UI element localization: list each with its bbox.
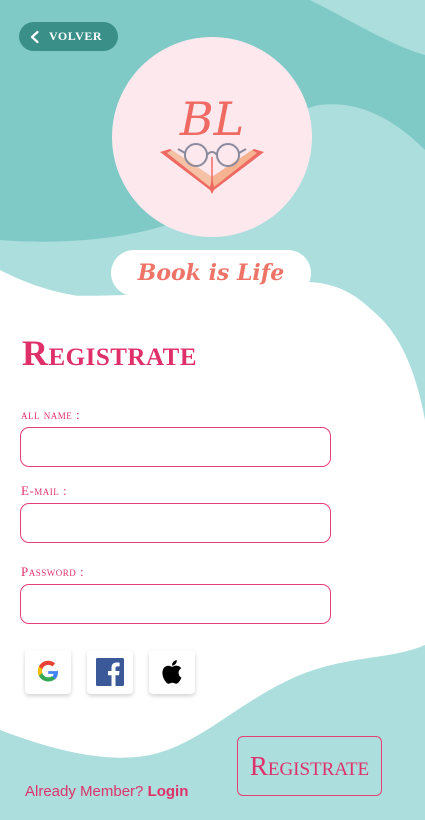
full-name-input[interactable]	[20, 427, 331, 467]
open-book-icon	[160, 149, 264, 194]
email-input[interactable]	[20, 503, 331, 543]
apple-signin-button[interactable]	[149, 650, 195, 694]
register-button[interactable]: Registrate	[237, 736, 382, 796]
apple-icon	[162, 660, 182, 684]
page-title: Registrate	[22, 333, 198, 373]
brand-pill: Book is Life	[111, 250, 311, 296]
logo-initials: BL	[179, 92, 244, 146]
app-logo: BL	[112, 37, 312, 237]
google-signin-button[interactable]	[25, 650, 71, 694]
full-name-label: all name :	[21, 407, 81, 422]
google-icon	[37, 660, 59, 682]
login-prompt: Already Member? Login	[25, 783, 188, 800]
facebook-icon	[96, 658, 124, 686]
back-button-label: VOLVER	[49, 29, 102, 43]
facebook-signin-button[interactable]	[87, 650, 133, 694]
password-input[interactable]	[20, 584, 331, 624]
brand-name: Book is Life	[137, 260, 285, 286]
password-label: Password :	[21, 564, 85, 579]
already-member-text: Already Member?	[25, 783, 144, 800]
email-label: E-mail :	[21, 483, 68, 498]
login-link[interactable]: Login	[148, 783, 189, 800]
back-button[interactable]: VOLVER	[19, 22, 118, 51]
chevron-left-icon	[30, 30, 39, 43]
